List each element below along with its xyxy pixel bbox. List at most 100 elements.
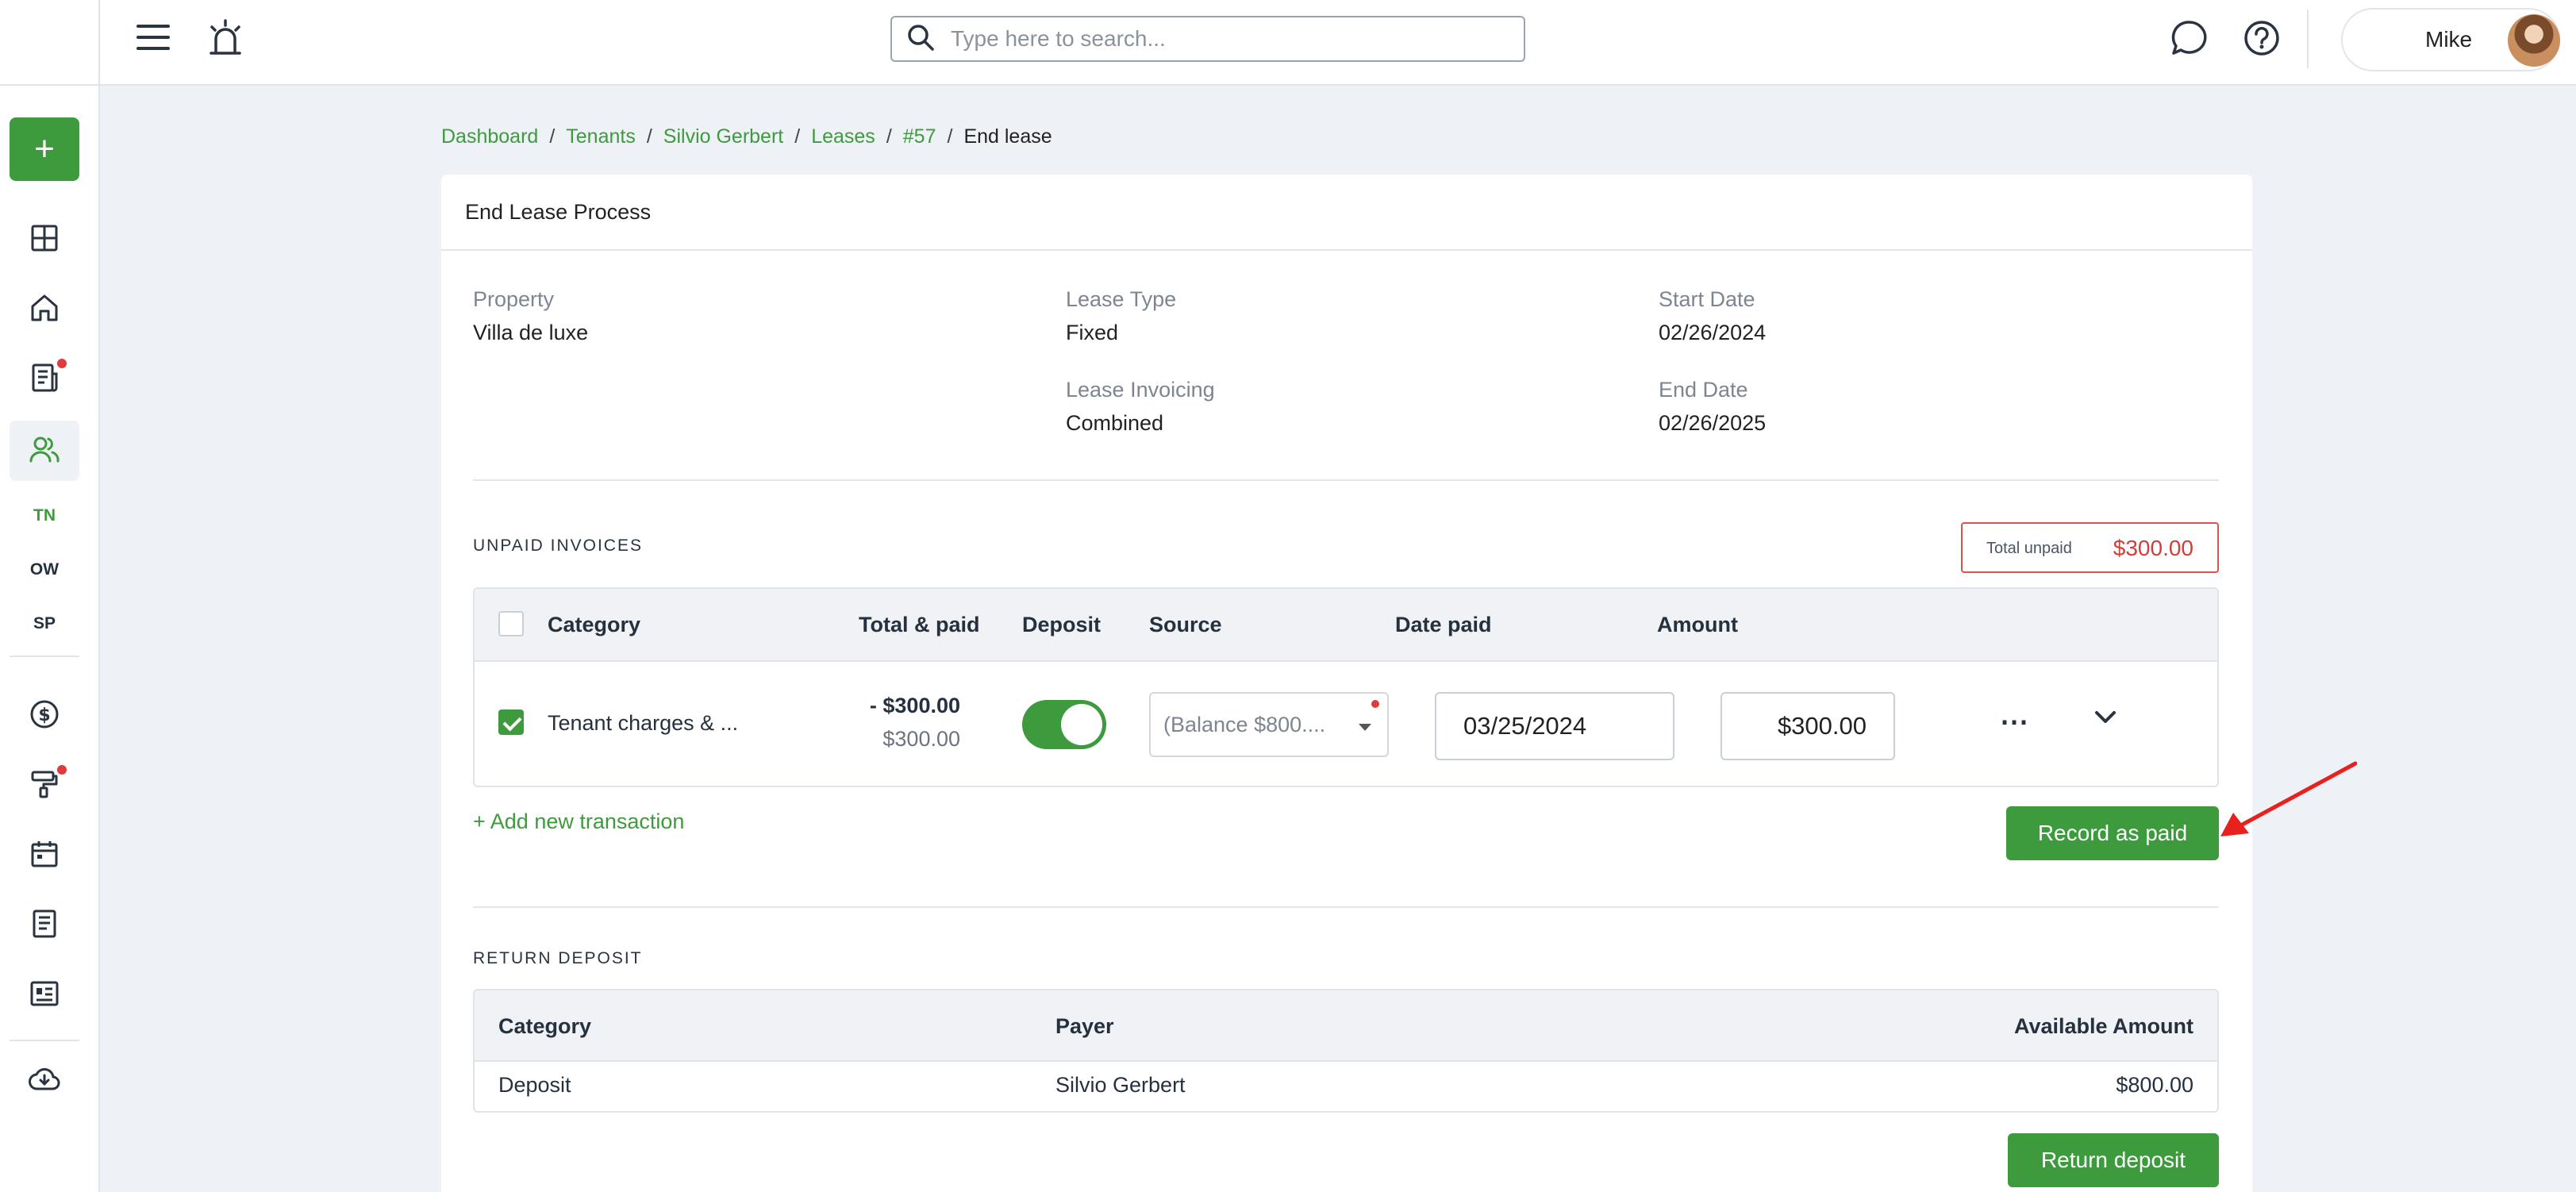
- unpaid-invoices-table: Category Total & paid Deposit Source Dat…: [473, 587, 2219, 787]
- source-select[interactable]: (Balance $800....: [1149, 692, 1389, 757]
- lease-invoicing-label: Lease Invoicing: [1066, 378, 1215, 402]
- sidebar-item-service-pros[interactable]: SP: [10, 602, 79, 646]
- start-date-value: 02/26/2024: [1659, 321, 1767, 344]
- breadcrumb-separator: /: [794, 125, 801, 148]
- add-new-transaction-link[interactable]: + Add new transaction: [473, 809, 684, 834]
- document-icon: [30, 363, 59, 397]
- sidebar-item-calendar[interactable]: [10, 825, 79, 886]
- user-menu[interactable]: Mike: [2341, 8, 2560, 71]
- expand-chevron-icon[interactable]: [2093, 709, 2117, 729]
- card-title: End Lease Process: [441, 175, 2252, 251]
- paint-roller-icon: [29, 769, 60, 803]
- breadcrumb-dashboard[interactable]: Dashboard: [441, 125, 538, 148]
- record-as-paid-button[interactable]: Record as paid: [2006, 806, 2219, 860]
- amount-input[interactable]: [1721, 692, 1895, 760]
- row-category: Tenant charges & ...: [548, 711, 739, 735]
- sidebar-item-maintenance[interactable]: [10, 756, 79, 816]
- hamburger-menu-icon[interactable]: [135, 19, 171, 56]
- sidebar-item-tenants[interactable]: TN: [10, 494, 79, 538]
- sidebar-divider: [10, 1040, 79, 1041]
- calendar-icon: [29, 839, 60, 873]
- search-icon: [906, 23, 935, 56]
- lease-type-value: Fixed: [1066, 321, 1119, 344]
- column-deposit: Deposit: [1022, 613, 1102, 636]
- cloud-download-icon: [29, 1065, 60, 1098]
- breadcrumb-separator: /: [947, 125, 953, 148]
- column-total-paid: Total & paid: [859, 613, 980, 636]
- sidebar-item-dashboard[interactable]: [10, 210, 79, 270]
- table-row: Deposit Silvio Gerbert $800.00: [475, 1062, 2217, 1111]
- top-bar: Mike: [0, 0, 2576, 86]
- search-bar[interactable]: [890, 16, 1525, 62]
- column-payer: Payer: [1055, 1014, 1114, 1038]
- property-label: Property: [473, 287, 555, 311]
- search-input[interactable]: [951, 26, 1506, 52]
- avatar: [2508, 14, 2560, 67]
- breadcrumb-lease-number[interactable]: #57: [903, 125, 936, 148]
- chevron-down-icon: [1359, 724, 1371, 731]
- dashboard-grid-icon: [30, 224, 59, 256]
- sidebar-item-owners[interactable]: OW: [10, 548, 79, 592]
- sidebar-item-listings[interactable]: [10, 965, 79, 1025]
- total-unpaid-badge: Total unpaid $300.00: [1961, 522, 2219, 573]
- file-icon: [31, 909, 58, 943]
- column-available-amount: Available Amount: [2013, 1014, 2193, 1038]
- sidebar-label-ow: OW: [29, 560, 60, 579]
- annotation-arrow-icon: [2220, 761, 2357, 836]
- home-icon: [29, 293, 60, 327]
- sidebar-item-reports[interactable]: [10, 349, 79, 410]
- breadcrumb-tenant-name[interactable]: Silvio Gerbert: [663, 125, 783, 148]
- topbar-divider: [2307, 10, 2309, 68]
- svg-text:$: $: [38, 706, 50, 725]
- table-header: Category Total & paid Deposit Source Dat…: [475, 589, 2217, 662]
- row-total: - $300.00: [869, 694, 960, 717]
- table-header: Category Payer Available Amount: [475, 990, 2217, 1062]
- end-date-value: 02/26/2025: [1659, 411, 1767, 435]
- sidebar: + TN OW SP $: [0, 86, 100, 1192]
- chat-bubble-icon[interactable]: [2168, 17, 2209, 59]
- sidebar-item-downloads[interactable]: [10, 1051, 79, 1111]
- total-unpaid-label: Total unpaid: [1986, 540, 2072, 557]
- total-unpaid-value: $300.00: [2113, 536, 2193, 560]
- sidebar-divider: [10, 656, 79, 657]
- property-value: Villa de luxe: [473, 321, 589, 344]
- alarm-siren-icon[interactable]: [205, 16, 246, 60]
- sidebar-item-people[interactable]: [10, 421, 79, 481]
- sidebar-label-sp: SP: [33, 614, 56, 633]
- more-options-icon[interactable]: ⋯: [2000, 705, 2028, 738]
- start-date-label: Start Date: [1659, 287, 1755, 311]
- date-paid-input[interactable]: [1435, 692, 1674, 760]
- row-paid: $300.00: [882, 727, 960, 751]
- column-category: Category: [548, 613, 641, 636]
- column-date-paid: Date paid: [1395, 613, 1492, 636]
- lease-invoicing-value: Combined: [1066, 411, 1164, 435]
- notification-badge: [57, 359, 67, 368]
- row-checkbox[interactable]: [498, 709, 524, 735]
- select-all-checkbox[interactable]: [498, 611, 524, 636]
- return-deposit-button[interactable]: Return deposit: [2008, 1133, 2219, 1187]
- breadcrumb-tenants[interactable]: Tenants: [566, 125, 636, 148]
- sidebar-item-accounting[interactable]: $: [10, 686, 79, 746]
- return-deposit-title: RETURN DEPOSIT: [473, 949, 643, 967]
- column-category: Category: [498, 1014, 592, 1038]
- lease-type-label: Lease Type: [1066, 287, 1177, 311]
- users-icon: [29, 435, 60, 467]
- add-new-button[interactable]: +: [10, 117, 79, 181]
- listing-icon: [29, 980, 60, 1011]
- table-row: Tenant charges & ... - $300.00 $300.00 (…: [475, 662, 2217, 786]
- help-question-icon[interactable]: [2241, 17, 2282, 59]
- user-name: Mike: [2425, 27, 2473, 52]
- breadcrumb-separator: /: [886, 125, 892, 148]
- breadcrumb-leases[interactable]: Leases: [811, 125, 875, 148]
- end-lease-card: End Lease Process Property Villa de luxe…: [441, 175, 2252, 1192]
- sidebar-item-documents[interactable]: [10, 895, 79, 956]
- breadcrumb-separator: /: [549, 125, 556, 148]
- breadcrumb-separator: /: [646, 125, 652, 148]
- unpaid-invoices-title: UNPAID INVOICES: [473, 536, 643, 555]
- sidebar-item-properties[interactable]: [10, 279, 79, 340]
- column-source: Source: [1149, 613, 1222, 636]
- required-dot: [1371, 700, 1379, 708]
- deposit-toggle[interactable]: [1022, 700, 1106, 749]
- deposit-category: Deposit: [498, 1073, 571, 1097]
- breadcrumb: Dashboard / Tenants / Silvio Gerbert / L…: [441, 125, 1052, 148]
